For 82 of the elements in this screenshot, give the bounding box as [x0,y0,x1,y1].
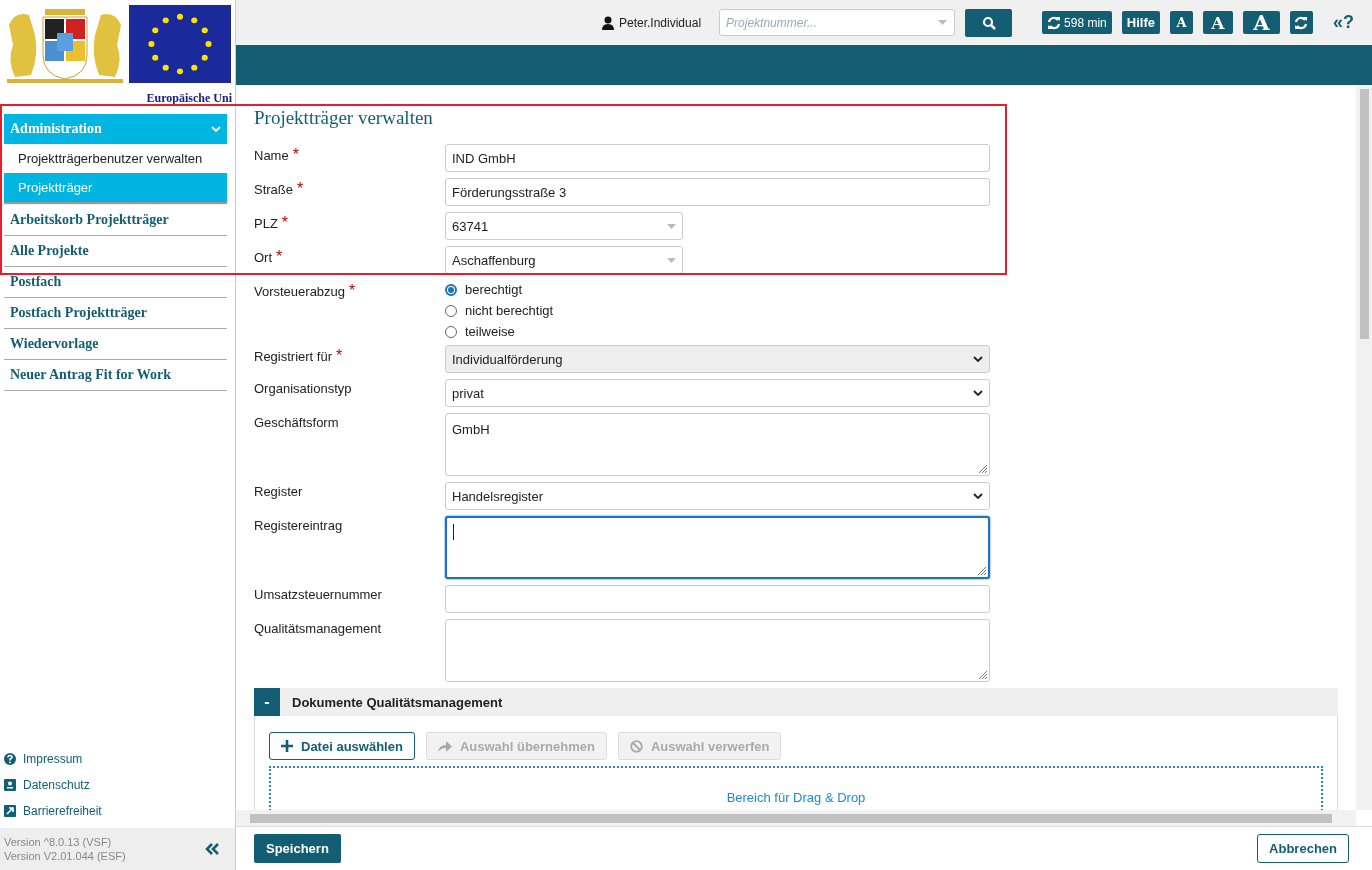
combo-field[interactable]: Aschaffenburg [445,246,683,274]
user-icon [602,15,614,30]
plus-icon [281,740,293,752]
section-title: Dokumente Qualitätsmanagement [292,694,503,710]
nav-item[interactable]: Postfach Projektträger [4,298,227,329]
help-icon [4,753,16,765]
required-mark: * [276,248,283,265]
radio-label: berechtigt [465,282,523,297]
chevron-down-icon [973,390,983,396]
text-area[interactable]: GmbH [445,413,990,476]
field-label: Registereintrag [254,518,343,533]
required-mark: * [336,347,343,364]
nav-subitem[interactable]: Projektträgerbenutzer verwalten [4,144,227,173]
font-size-button[interactable]: A [1169,11,1193,34]
id-card-icon [4,779,16,791]
page-title: Projektträger verwalten [254,107,434,129]
required-mark: * [281,214,289,231]
required-mark: * [349,282,356,299]
resize-grip-icon [977,566,986,575]
font-size-button[interactable]: A [1202,11,1233,34]
field-label: PLZ [254,216,278,231]
text-area[interactable] [445,516,990,579]
text-field[interactable] [445,585,990,613]
nav-item[interactable]: Wiedervorlage [4,329,227,360]
refresh-icon [1294,15,1309,30]
reset-button[interactable] [1289,11,1313,34]
search-icon [981,15,996,30]
collapse-icon[interactable] [205,843,219,855]
radio-label: teilweise [465,324,515,339]
search-field[interactable]: Projektnummer... [719,9,956,36]
nav-item[interactable]: Neuer Antrag Fit for Work [4,360,227,391]
text-field[interactable]: IND GmbH [445,144,990,172]
select-field[interactable]: Handelsregister [445,482,990,510]
text-field[interactable]: Förderungsstraße 3 [445,178,990,206]
field-label: Organisationstyp [254,381,352,396]
resize-grip-icon [978,464,987,473]
horizontal-scrollbar[interactable] [236,810,1356,826]
share-arrow-icon [437,740,452,752]
field-label: Vorsteuerabzug [254,284,346,299]
footer-link[interactable]: Impressum [23,752,83,766]
font-size-button[interactable]: A [1242,11,1280,34]
ban-icon [629,739,643,753]
refresh-icon [1047,15,1062,30]
help-toggle[interactable]: «? [1332,12,1354,33]
save-button[interactable]: Speichern [254,834,341,863]
help-button[interactable]: Hilfe [1121,11,1160,34]
caret-icon [667,223,676,229]
collapse-button[interactable]: - [254,688,280,716]
session-button[interactable]: 598 min [1042,11,1112,34]
field-label: Ort [254,250,273,265]
file-button[interactable]: Datei auswählen [269,732,415,760]
radio-label: nicht berechtigt [465,303,554,318]
footer-link[interactable]: Datenschutz [23,778,90,792]
field-label: Umsatzsteuernummer [254,587,382,602]
user-name: Peter.Individual [619,15,702,30]
field-label: Straße [254,182,293,197]
footer-link[interactable]: Barrierefreiheit [23,804,102,818]
resize-grip-icon [978,670,987,679]
vertical-scrollbar[interactable] [1356,85,1372,810]
logo-caption: Europäische Uni [146,91,232,104]
field-label: Geschäftsform [254,415,339,430]
required-mark: * [297,180,304,197]
chevron-down-icon [973,356,983,362]
version-text: Version V2.01.044 (ESF) [4,849,126,863]
caret-icon [938,20,948,25]
field-label: Name [254,148,289,163]
cancel-button[interactable]: Abbrechen [1257,834,1349,863]
search-button[interactable] [965,8,1013,37]
select-field[interactable]: privat [445,379,990,407]
field-label: Register [254,484,303,499]
nav-item[interactable]: Postfach [4,267,227,298]
radio-button[interactable] [445,283,457,296]
required-mark: * [292,146,299,163]
field-label: Registriert für [254,349,333,364]
chevron-down-icon [973,493,983,499]
external-link-icon [4,805,16,817]
nav-item[interactable]: Arbeitskorb Projektträger [4,205,227,236]
version-text: Version ^8.0.13 (VSF) [4,835,113,849]
field-label: Qualitätsmanagement [254,621,382,636]
nav-item[interactable]: Alle Projekte [4,236,227,267]
combo-field[interactable]: 63741 [445,212,683,240]
caret-icon [667,257,676,263]
